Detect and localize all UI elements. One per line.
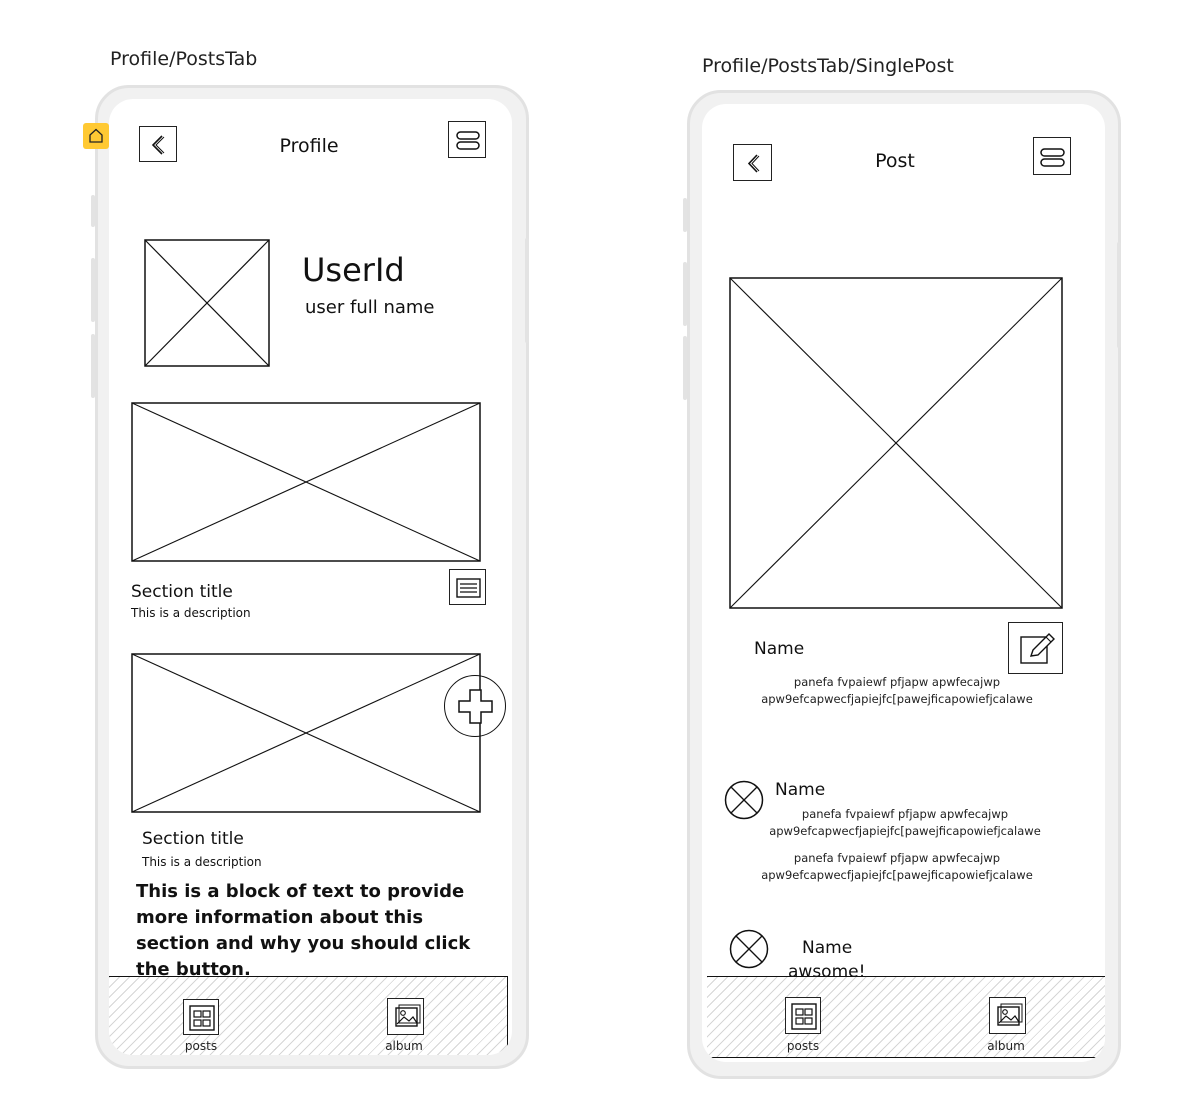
- list-icon: [456, 578, 481, 598]
- comment-text: panefa fvpaiewf pfjapw apwfecajwp apw9ef…: [769, 807, 1041, 838]
- nav-album-button[interactable]: [387, 998, 424, 1035]
- back-icon: [747, 154, 760, 173]
- edit-icon: [1020, 633, 1055, 664]
- user-id: UserId: [302, 251, 405, 289]
- comment-author-name: Name: [802, 938, 853, 958]
- frame-label-single-post: Profile/PostsTab/SinglePost: [702, 55, 954, 77]
- nav-posts-label: posts: [184, 1039, 218, 1053]
- text-block: This is a block of text to provide more …: [136, 881, 471, 980]
- section-title: Section title: [142, 829, 244, 849]
- bottom-nav: posts album: [707, 976, 1105, 1058]
- phone-side-button: [525, 238, 529, 343]
- grid-icon: [791, 1003, 817, 1030]
- post-image-placeholder: [729, 277, 1063, 609]
- page-title: Post: [875, 150, 915, 172]
- edit-button[interactable]: [1008, 622, 1063, 674]
- post-author-name: Name: [754, 639, 805, 659]
- nav-posts-button[interactable]: [183, 999, 219, 1035]
- back-icon: [151, 135, 165, 155]
- nav-album-label: album: [385, 1039, 423, 1053]
- home-badge[interactable]: [83, 123, 109, 149]
- frame-label-profile: Profile/PostsTab: [110, 48, 258, 70]
- section-description: This is a description: [131, 606, 251, 620]
- section-title: Section title: [131, 582, 233, 602]
- phone-side-button: [1117, 242, 1121, 348]
- phone-side-button: [91, 334, 95, 398]
- phone-side-button: [683, 198, 687, 232]
- profile-screen: Profile UserId user full name Section ti…: [109, 99, 512, 1055]
- grid-icon: [189, 1005, 215, 1031]
- add-button[interactable]: [444, 675, 506, 737]
- section-description: This is a description: [142, 855, 262, 869]
- phone-side-button: [683, 262, 687, 326]
- section-image-placeholder: [131, 402, 481, 562]
- page-title: Profile: [279, 135, 339, 157]
- menu-icon: [456, 131, 480, 150]
- back-button[interactable]: [733, 144, 772, 181]
- nav-album-label: album: [987, 1039, 1025, 1053]
- phone-side-button: [91, 258, 95, 322]
- image-icon: [395, 1004, 421, 1027]
- comment-text: panefa fvpaiewf pfjapw apwfecajwp apw9ef…: [761, 851, 1033, 882]
- profile-image-placeholder: [144, 239, 270, 367]
- plus-icon: [458, 689, 493, 724]
- home-icon: [89, 128, 103, 143]
- section-image-placeholder: [131, 653, 481, 813]
- nav-posts-label: posts: [786, 1039, 820, 1053]
- nav-posts-button[interactable]: [785, 997, 821, 1034]
- user-full-name: user full name: [305, 297, 435, 318]
- list-button[interactable]: [449, 569, 486, 605]
- nav-album-button[interactable]: [989, 997, 1026, 1034]
- menu-button[interactable]: [1033, 137, 1071, 175]
- image-icon: [997, 1003, 1023, 1026]
- menu-icon: [1040, 148, 1065, 167]
- post-screen: Post Name panefa fvpaiewf pfjapw apwfeca…: [702, 104, 1105, 1062]
- post-caption: panefa fvpaiewf pfjapw apwfecajwp apw9ef…: [761, 675, 1033, 706]
- phone-side-button: [683, 336, 687, 400]
- bottom-nav: posts album: [109, 976, 508, 1055]
- phone-side-button: [91, 195, 95, 227]
- comment-author-name: Name: [775, 780, 826, 800]
- avatar-placeholder-icon: [729, 929, 769, 969]
- back-button[interactable]: [139, 126, 177, 162]
- menu-button[interactable]: [448, 121, 486, 158]
